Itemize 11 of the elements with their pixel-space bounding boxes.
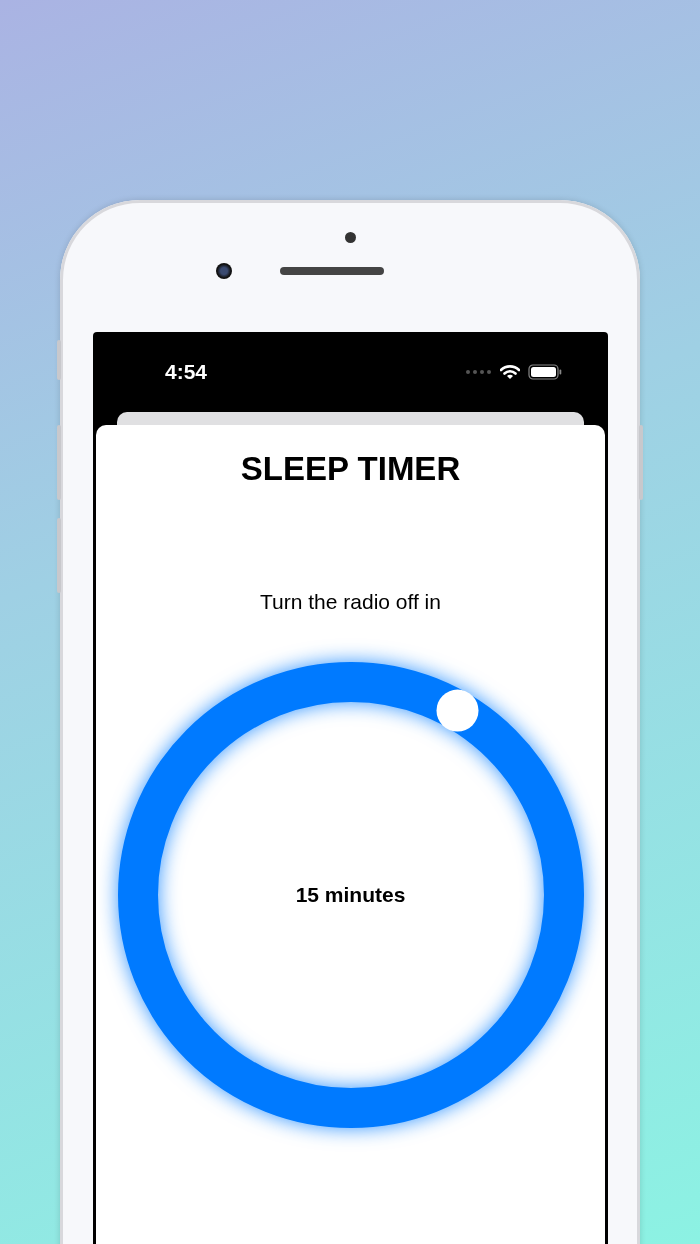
speaker-icon xyxy=(280,267,384,275)
status-time: 4:54 xyxy=(165,360,208,384)
battery-icon xyxy=(528,364,562,380)
wifi-icon xyxy=(500,364,520,380)
slider-thumb[interactable] xyxy=(436,689,478,732)
camera-icon xyxy=(216,263,232,279)
prompt-text: Turn the radio off in xyxy=(260,590,441,614)
sensor-icon xyxy=(344,232,356,243)
sheet-title: SLEEP TIMER xyxy=(240,450,461,488)
timer-reading: 15 minutes xyxy=(295,883,406,907)
signal-icon xyxy=(466,370,492,374)
